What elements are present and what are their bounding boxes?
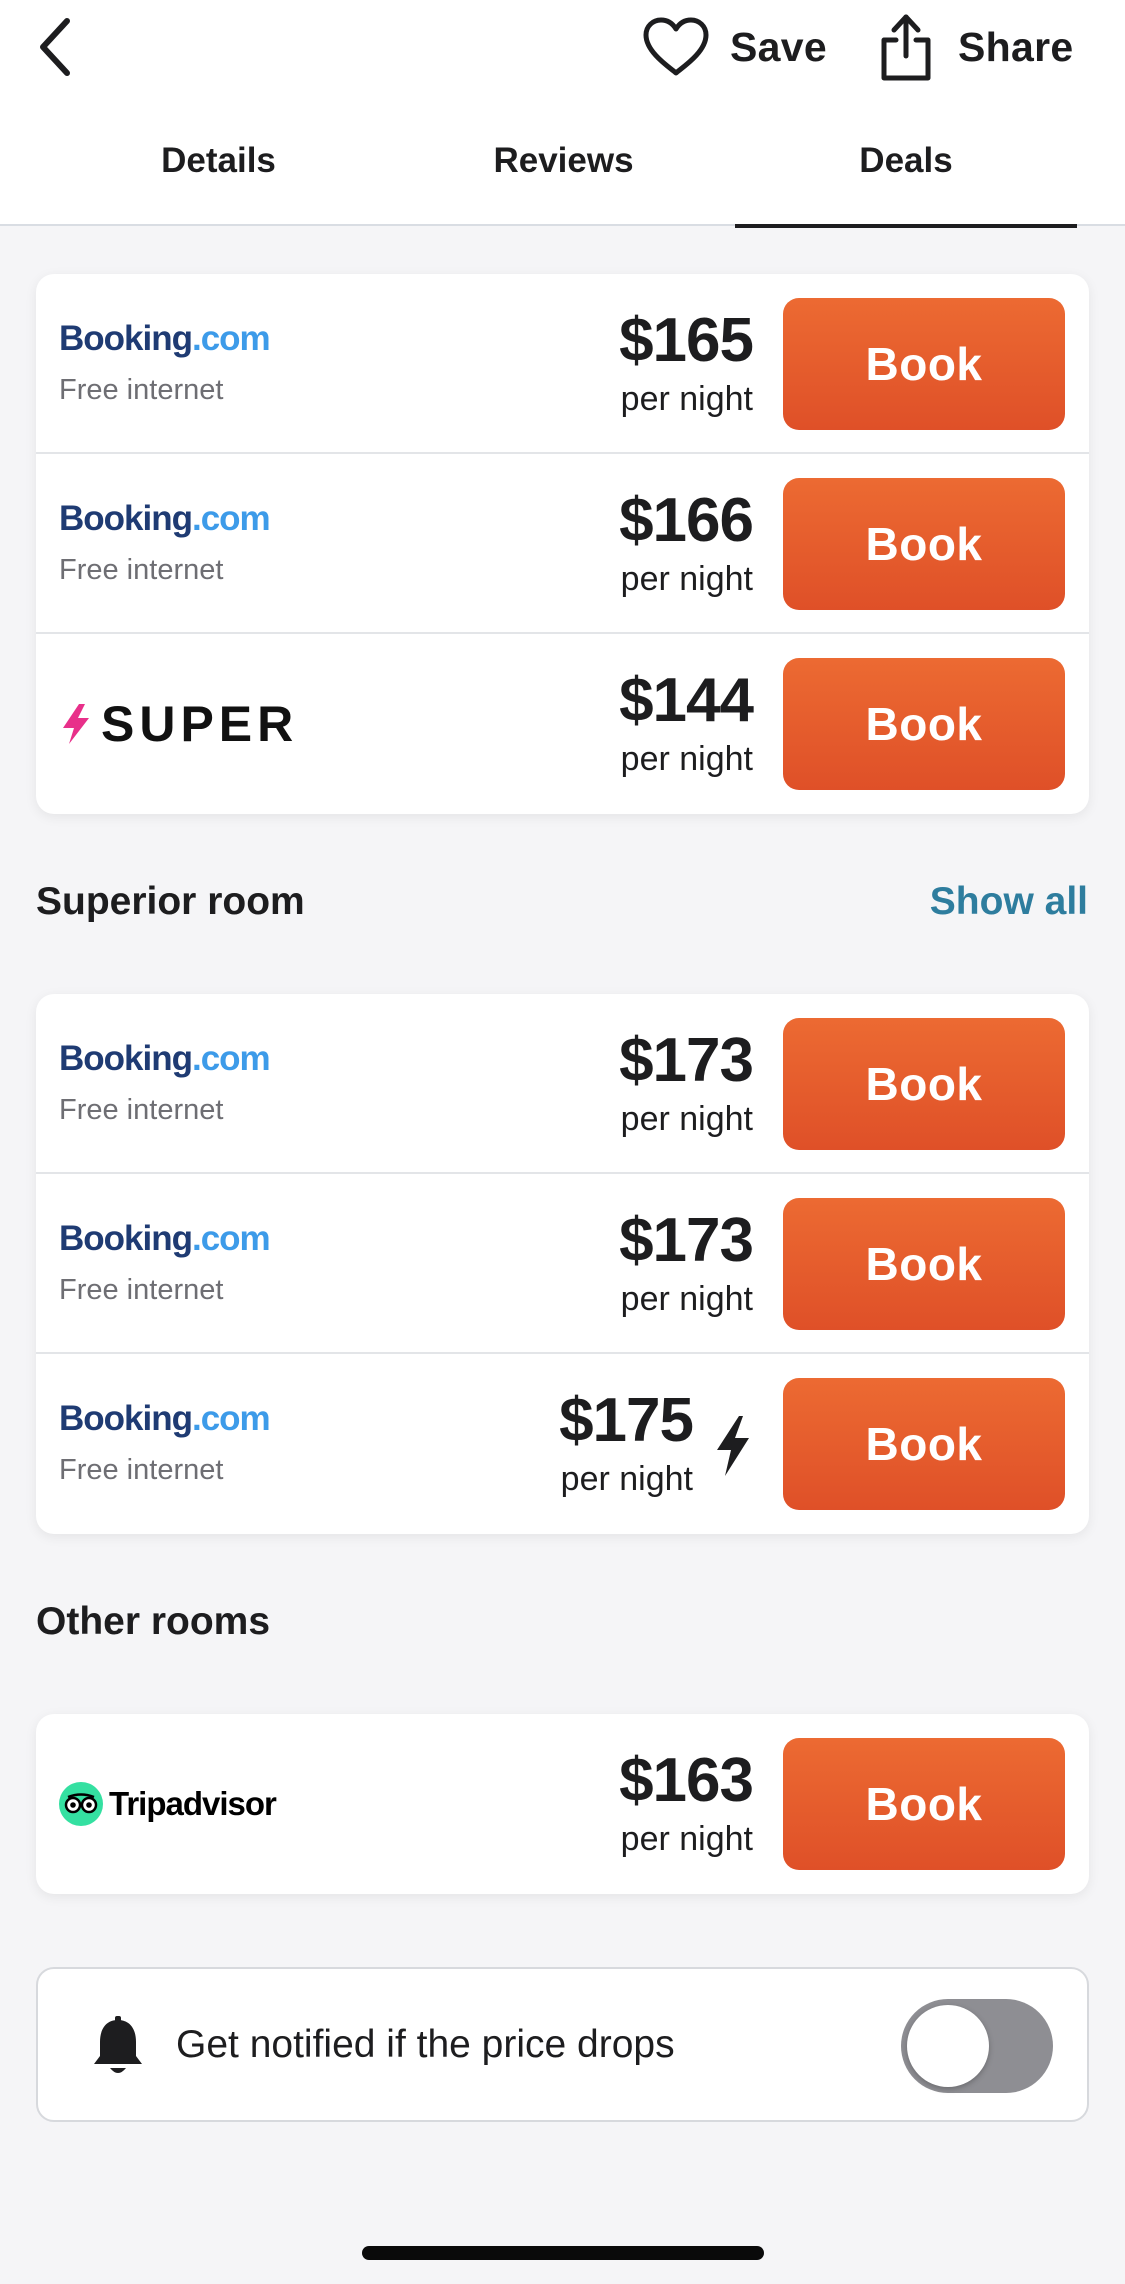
deal-row: Tripadvisor $163 per night Book <box>36 1714 1089 1894</box>
deal-row: Booking.com Free internet $175 per night… <box>36 1354 1089 1534</box>
tripadvisor-logo: Tripadvisor <box>59 1782 277 1826</box>
price-block: $165 per night <box>619 274 754 454</box>
price-unit: per night <box>620 559 753 598</box>
tab-details[interactable]: Details <box>45 96 392 226</box>
section-title-superior: Superior room <box>36 880 305 923</box>
booking-logo: Booking.com <box>59 1399 271 1438</box>
super-bolt-icon <box>63 704 89 744</box>
price-drop-label: Get notified if the price drops <box>176 2022 675 2066</box>
provider-info: Booking.com Free internet <box>59 994 271 1174</box>
bell-icon <box>94 2016 142 2073</box>
tripadvisor-owl-icon <box>59 1782 103 1826</box>
superior-deals-card: Booking.com Free internet $173 per night… <box>36 994 1089 1534</box>
book-button[interactable]: Book <box>783 1018 1065 1150</box>
deal-row: Booking.com Free internet $165 per night… <box>36 274 1089 454</box>
book-button[interactable]: Book <box>783 1378 1065 1510</box>
provider-info: SUPER <box>59 634 298 814</box>
amenity-text: Free internet <box>59 374 224 406</box>
share-icon <box>881 14 931 81</box>
price: $173 <box>619 1025 754 1095</box>
book-button[interactable]: Book <box>783 1198 1065 1330</box>
deal-row: Booking.com Free internet $173 per night… <box>36 1174 1089 1354</box>
save-label: Save <box>730 23 827 70</box>
price: $175 <box>559 1385 694 1455</box>
top-bar: Save Share <box>0 0 1125 96</box>
tab-bar: Details Reviews Deals <box>0 96 1125 228</box>
deal-row: Booking.com Free internet $166 per night… <box>36 454 1089 634</box>
tab-deals[interactable]: Deals <box>735 96 1077 228</box>
provider-info: Booking.com Free internet <box>59 1354 271 1534</box>
amenity-text: Free internet <box>59 1274 224 1306</box>
super-logo: SUPER <box>59 695 298 753</box>
price: $163 <box>619 1745 754 1815</box>
booking-logo: Booking.com <box>59 319 271 358</box>
price-unit: per night <box>620 1279 753 1318</box>
provider-info: Booking.com Free internet <box>59 1174 271 1354</box>
booking-logo: Booking.com <box>59 499 271 538</box>
price-unit: per night <box>560 1459 693 1498</box>
deal-row: Booking.com Free internet $173 per night… <box>36 994 1089 1174</box>
amenity-text: Free internet <box>59 1094 224 1126</box>
booking-logo: Booking.com <box>59 1039 271 1078</box>
heart-icon <box>643 17 709 76</box>
share-label: Share <box>958 23 1074 70</box>
price-unit: per night <box>620 739 753 778</box>
toggle-knob <box>907 2005 989 2087</box>
price-drop-alert: Get notified if the price drops <box>36 1967 1089 2122</box>
price-block: $173 per night <box>619 994 754 1174</box>
share-button[interactable]: Share <box>878 8 1073 86</box>
price: $166 <box>619 485 754 555</box>
book-button[interactable]: Book <box>783 478 1065 610</box>
price: $144 <box>619 665 754 735</box>
price-unit: per night <box>620 379 753 418</box>
amenity-text: Free internet <box>59 1454 224 1486</box>
price-block: $163 per night <box>619 1714 754 1894</box>
provider-info: Booking.com Free internet <box>59 274 271 454</box>
show-all-link[interactable]: Show all <box>930 880 1088 924</box>
section-title-other: Other rooms <box>36 1600 271 1643</box>
price-block: $173 per night <box>619 1174 754 1354</box>
book-button[interactable]: Book <box>783 298 1065 430</box>
amenity-text: Free internet <box>59 554 224 586</box>
other-deals-card: Tripadvisor $163 per night Book <box>36 1714 1089 1894</box>
booking-logo: Booking.com <box>59 1219 271 1258</box>
deals-card: Booking.com Free internet $165 per night… <box>36 274 1089 814</box>
lightning-bolt-icon <box>717 1416 749 1476</box>
price-block: $144 per night <box>619 634 754 814</box>
price-block: $175 per night <box>559 1354 694 1534</box>
deal-row: SUPER $144 per night Book <box>36 634 1089 814</box>
provider-info: Tripadvisor <box>59 1714 277 1894</box>
chevron-left-icon <box>40 18 70 76</box>
book-button[interactable]: Book <box>783 658 1065 790</box>
price-alert-toggle[interactable] <box>901 1999 1053 2093</box>
save-button[interactable]: Save <box>642 14 827 80</box>
price-unit: per night <box>620 1819 753 1858</box>
provider-info: Booking.com Free internet <box>59 454 271 634</box>
home-indicator <box>362 2246 764 2260</box>
price: $165 <box>619 305 754 375</box>
price-block: $166 per night <box>619 454 754 634</box>
price: $173 <box>619 1205 754 1275</box>
tab-reviews[interactable]: Reviews <box>392 96 735 226</box>
book-button[interactable]: Book <box>783 1738 1065 1870</box>
back-button[interactable] <box>30 14 80 80</box>
price-unit: per night <box>620 1099 753 1138</box>
